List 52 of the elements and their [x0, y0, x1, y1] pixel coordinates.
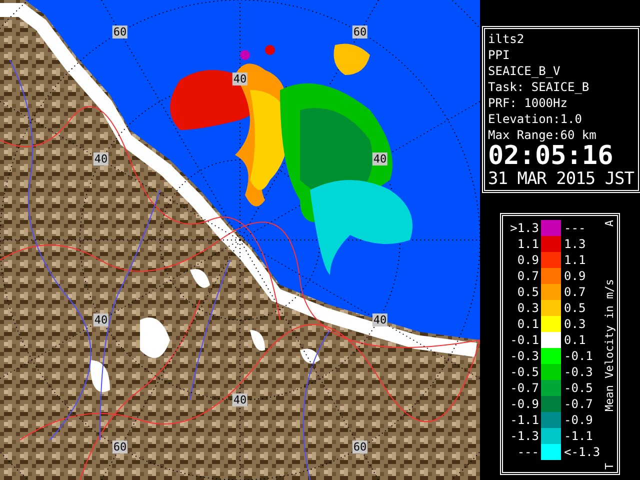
info-line: PRF: 1000Hz: [488, 95, 568, 111]
info-line: Task: SEAICE_B: [488, 79, 590, 95]
legend-low-value: 0.7: [516, 268, 540, 284]
range-label: 40: [93, 152, 109, 166]
legend-low-value: -0.7: [509, 380, 540, 396]
legend-high-value: 0.5: [563, 300, 587, 316]
legend-high-value: -0.1: [563, 348, 594, 364]
info-line: PPI: [488, 47, 511, 63]
legend-high-value: -1.1: [563, 428, 594, 444]
legend-low-value: -0.5: [509, 364, 540, 380]
legend-high-value: ---: [563, 220, 587, 236]
legend-mark: T: [602, 463, 616, 470]
range-label: 40: [93, 314, 109, 326]
legend-low-value: 1.1: [516, 236, 540, 252]
legend-high-value: <-1.3: [563, 444, 602, 460]
legend-low-value: -0.3: [509, 348, 540, 364]
legend-high-value: -0.9: [563, 412, 594, 428]
info-line: Max Range:60 km: [488, 127, 598, 143]
scan-date: 31 MAR 2015 JST: [488, 169, 636, 189]
legend-high-value: -0.5: [563, 380, 594, 396]
info-line: Elevation:1.0: [488, 111, 583, 127]
legend-low-value: >1.3: [509, 220, 540, 236]
info-line: ilts2: [488, 31, 526, 47]
info-line: SEAICE_B_V: [488, 63, 562, 79]
legend-high-value: 0.9: [563, 268, 587, 284]
legend-mark: A: [602, 220, 616, 227]
scan-time: 02:05:16: [488, 143, 614, 169]
legend-low-value: -1.3: [509, 428, 540, 444]
range-label: 60: [112, 26, 128, 38]
range-label: 40: [232, 72, 248, 86]
range-label: 40: [232, 394, 248, 406]
range-label: 60: [352, 440, 368, 454]
legend-high-value: -0.3: [563, 364, 594, 380]
legend-low-value: 0.3: [516, 300, 540, 316]
legend-high-value: 0.1: [563, 332, 587, 348]
legend-high-value: 1.1: [563, 252, 587, 268]
legend-low-value: ---: [516, 444, 540, 460]
range-label: 40: [372, 152, 388, 166]
legend-high-value: 1.3: [563, 236, 587, 252]
legend-low-value: 0.9: [516, 252, 540, 268]
legend-low-value: 0.1: [516, 316, 540, 332]
legend-high-value: 0.7: [563, 284, 587, 300]
legend-low-value: -1.1: [509, 412, 540, 428]
range-label: 60: [112, 440, 128, 454]
legend-high-value: 0.3: [563, 316, 587, 332]
legend-low-value: -0.1: [509, 332, 540, 348]
legend-title: Mean Velocity in m/s: [602, 278, 616, 412]
legend-high-value: -0.7: [563, 396, 594, 412]
range-label: 60: [352, 26, 368, 38]
range-label: 40: [372, 314, 388, 326]
legend-low-value: 0.5: [516, 284, 540, 300]
legend-low-value: -0.9: [509, 396, 540, 412]
